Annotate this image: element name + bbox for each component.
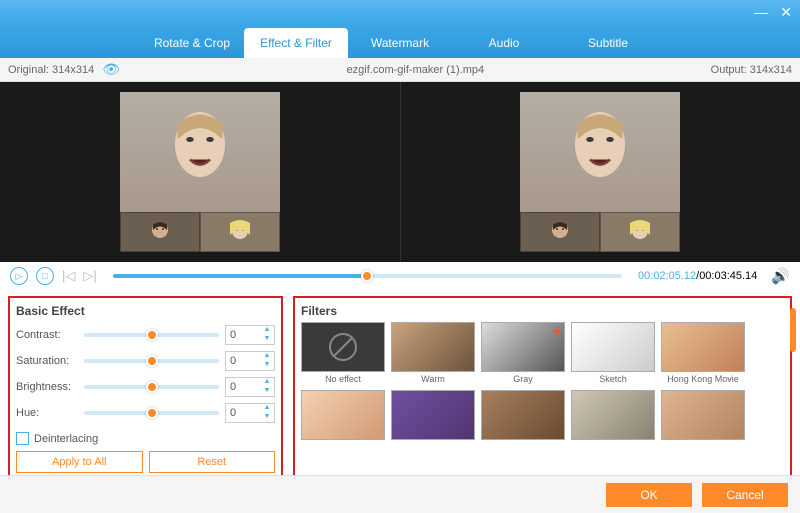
ok-button[interactable]: OK bbox=[606, 483, 692, 507]
effect-value-input[interactable]: 0▲▼ bbox=[225, 325, 275, 345]
play-button[interactable]: ▷ bbox=[10, 267, 28, 285]
filter-item[interactable] bbox=[661, 390, 745, 442]
cancel-button[interactable]: Cancel bbox=[702, 483, 788, 507]
tab-subtitle[interactable]: Subtitle bbox=[556, 28, 660, 58]
reset-button[interactable]: Reset bbox=[149, 451, 276, 473]
spin-down-icon[interactable]: ▼ bbox=[262, 387, 272, 396]
effect-value-input[interactable]: 0▲▼ bbox=[225, 403, 275, 423]
filter-label: Gray bbox=[513, 374, 533, 384]
effect-label: Brightness: bbox=[16, 381, 78, 393]
effect-slider[interactable] bbox=[84, 359, 219, 363]
tab-watermark[interactable]: Watermark bbox=[348, 28, 452, 58]
filter-label: Hong Kong Movie bbox=[667, 374, 739, 384]
effect-slider[interactable] bbox=[84, 411, 219, 415]
info-bar: Original: 314x314 👁 ezgif.com-gif-maker … bbox=[0, 58, 800, 82]
effect-slider[interactable] bbox=[84, 333, 219, 337]
filter-item[interactable] bbox=[571, 390, 655, 442]
effect-label: Saturation: bbox=[16, 355, 78, 367]
preview-area bbox=[0, 82, 800, 262]
spin-down-icon[interactable]: ▼ bbox=[262, 361, 272, 370]
prev-frame-button[interactable]: |◁ bbox=[62, 268, 75, 284]
filter-label: Warm bbox=[421, 374, 445, 384]
filename-label: ezgif.com-gif-maker (1).mp4 bbox=[347, 64, 485, 76]
volume-icon[interactable]: 🔊 bbox=[771, 267, 790, 285]
filter-label: No effect bbox=[325, 374, 361, 384]
titlebar: — ✕ bbox=[0, 0, 800, 24]
tab-bar: Rotate & Crop Effect & Filter Watermark … bbox=[0, 24, 800, 58]
tab-audio[interactable]: Audio bbox=[452, 28, 556, 58]
stop-button[interactable]: □ bbox=[36, 267, 54, 285]
minimize-button[interactable]: — bbox=[754, 4, 768, 20]
deinterlacing-checkbox[interactable] bbox=[16, 432, 29, 445]
effect-label: Contrast: bbox=[16, 329, 78, 341]
effect-value-input[interactable]: 0▲▼ bbox=[225, 377, 275, 397]
effect-label: Hue: bbox=[16, 407, 78, 419]
basic-effect-title: Basic Effect bbox=[16, 304, 275, 318]
filter-item[interactable]: ★ Gray bbox=[481, 322, 565, 384]
preview-original bbox=[0, 82, 400, 262]
close-button[interactable]: ✕ bbox=[780, 4, 792, 21]
tab-effect-filter[interactable]: Effect & Filter bbox=[244, 28, 348, 58]
filters-scrollbar[interactable] bbox=[790, 308, 796, 352]
filter-item[interactable]: Sketch bbox=[571, 322, 655, 384]
output-size-label: Output: 314x314 bbox=[711, 64, 792, 76]
effect-value-input[interactable]: 0▲▼ bbox=[225, 351, 275, 371]
preview-output bbox=[400, 82, 800, 262]
effect-slider[interactable] bbox=[84, 385, 219, 389]
eye-icon[interactable]: 👁 bbox=[102, 61, 120, 78]
filter-label: Sketch bbox=[599, 374, 627, 384]
spin-up-icon[interactable]: ▲ bbox=[262, 326, 272, 335]
spin-up-icon[interactable]: ▲ bbox=[262, 378, 272, 387]
tab-rotate-crop[interactable]: Rotate & Crop bbox=[140, 28, 244, 58]
deinterlacing-label: Deinterlacing bbox=[34, 433, 98, 445]
spin-down-icon[interactable]: ▼ bbox=[262, 413, 272, 422]
filter-item[interactable] bbox=[481, 390, 565, 442]
footer: OK Cancel bbox=[0, 475, 800, 513]
filter-item[interactable]: Hong Kong Movie bbox=[661, 322, 745, 384]
time-display: 00:02:05.12/00:03:45.14 bbox=[638, 270, 757, 282]
filter-item[interactable] bbox=[391, 390, 475, 442]
basic-effect-panel: Basic Effect Contrast: 0▲▼ Saturation: 0▲▼ B… bbox=[8, 296, 283, 481]
playback-controls: ▷ □ |◁ ▷| 00:02:05.12/00:03:45.14 🔊 bbox=[0, 262, 800, 290]
filter-item[interactable] bbox=[301, 390, 385, 442]
spin-up-icon[interactable]: ▲ bbox=[262, 404, 272, 413]
filters-title: Filters bbox=[301, 304, 784, 318]
next-frame-button[interactable]: ▷| bbox=[83, 268, 96, 284]
apply-all-button[interactable]: Apply to All bbox=[16, 451, 143, 473]
spin-down-icon[interactable]: ▼ bbox=[262, 335, 272, 344]
spin-up-icon[interactable]: ▲ bbox=[262, 352, 272, 361]
filters-panel: Filters No effect Warm ★ Gray Sketch Hong Kon… bbox=[293, 296, 792, 481]
star-icon: ★ bbox=[552, 325, 562, 338]
seek-slider[interactable] bbox=[113, 274, 622, 278]
no-effect-icon bbox=[329, 333, 357, 361]
original-size-label: Original: 314x314 bbox=[8, 64, 94, 76]
filter-item[interactable]: No effect bbox=[301, 322, 385, 384]
filter-item[interactable]: Warm bbox=[391, 322, 475, 384]
